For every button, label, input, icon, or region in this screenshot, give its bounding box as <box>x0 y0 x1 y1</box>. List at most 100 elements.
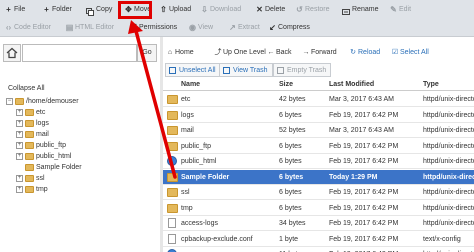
restore-button[interactable]: ↺ Restore <box>293 1 329 19</box>
download-button[interactable]: ⇩ Download <box>198 1 241 19</box>
forward-button-label: Forward <box>311 49 337 56</box>
path-input[interactable] <box>22 44 137 62</box>
up-one-level-button[interactable]: ⤴ Up One Level <box>213 44 266 62</box>
tree-node-label: ssl <box>36 175 45 182</box>
tree-node-public-html[interactable]: + public_html <box>16 152 71 162</box>
permissions-button[interactable]: ⚿ Permissions <box>127 19 177 37</box>
expand-toggle-icon[interactable]: + <box>16 108 23 116</box>
empty-trash-label: Empty Trash <box>287 67 327 74</box>
cell-name: mail <box>181 127 194 134</box>
table-row[interactable]: Sample Folder 6 bytes Today 1:29 PM httpd/u… <box>163 169 474 185</box>
expand-toggle-icon[interactable]: + <box>16 130 23 138</box>
table-row[interactable]: public_ftp 6 bytes Feb 19, 2017 6:42 PM htt… <box>163 139 474 154</box>
table-row[interactable]: access-logs 34 bytes Feb 19, 2017 6:42 PM h… <box>163 216 474 231</box>
cell-name: Sample Folder <box>181 173 230 181</box>
folder-icon <box>167 110 178 120</box>
cell-name: public_ftp <box>181 142 211 150</box>
compress-button-label: Compress <box>278 24 310 31</box>
code-editor-button[interactable]: ‹› Code Editor <box>2 19 51 37</box>
tree-node-public-ftp[interactable]: + public_ftp <box>16 141 66 151</box>
folder-icon <box>25 152 34 160</box>
table-row[interactable]: www11 bytesFeb 19, 2017 6:42 PMhttpd/uni… <box>163 247 474 252</box>
reload-button[interactable]: ↻ Reload <box>348 44 380 62</box>
folder-button-label: Folder <box>52 6 72 13</box>
tree-node-label: tmp <box>36 186 48 193</box>
file-button[interactable]: + File <box>2 1 25 19</box>
folder-icon <box>25 141 34 149</box>
expand-toggle-icon[interactable]: + <box>16 174 23 182</box>
back-button-label: Back <box>276 49 292 56</box>
cell-modified: Today 1:29 PM <box>329 173 378 181</box>
tree-node-sample-folder[interactable]: Sample Folder <box>25 163 82 173</box>
compress-button[interactable]: ↙ Compress <box>266 19 310 37</box>
tree-node-label: public_ftp <box>36 142 66 149</box>
cell-size: 6 bytes <box>279 158 302 165</box>
table-row[interactable]: mail 52 bytes Mar 3, 2017 6:43 AM httpd/uni… <box>163 123 474 138</box>
upload-icon: ⇧ <box>160 5 167 14</box>
empty-trash-button[interactable]: Empty Trash <box>273 63 332 77</box>
checkbox-icon: ☑ <box>391 49 399 56</box>
back-button[interactable]: ← Back <box>266 44 292 62</box>
extract-button[interactable]: ↗ Extract <box>226 19 260 37</box>
html-editor-button[interactable]: ▤ HTML Editor <box>63 19 114 37</box>
upload-button[interactable]: ⇧ Upload <box>157 1 191 19</box>
cell-name: access-logs <box>181 220 218 227</box>
folder-icon <box>25 174 34 182</box>
table-row[interactable]: tmp 6 bytes Feb 19, 2017 6:42 PM httpd/unix… <box>163 201 474 216</box>
view-button[interactable]: ◉ View <box>186 19 213 37</box>
rename-button[interactable]: Rename <box>340 1 378 19</box>
table-row[interactable]: ssl 6 bytes Feb 19, 2017 6:42 PM httpd/unix… <box>163 185 474 200</box>
expand-toggle-icon[interactable]: + <box>16 185 23 193</box>
cell-modified: Feb 19, 2017 6:42 PM <box>329 189 399 196</box>
cell-type: text/x-config <box>423 235 461 243</box>
table-row[interactable]: etc 42 bytes Mar 3, 2017 6:43 AM httpd/unix… <box>163 92 474 107</box>
column-header-size[interactable]: Size <box>279 78 293 91</box>
copy-button[interactable]: Copy <box>84 1 112 19</box>
home-path-button[interactable] <box>3 44 21 62</box>
cell-type: httpd/unix-directory <box>423 96 474 103</box>
collapse-toggle-icon[interactable]: − <box>6 97 13 105</box>
folder-icon <box>167 188 178 197</box>
collapse-all-link[interactable]: Collapse All <box>8 85 45 92</box>
tree-node-etc[interactable]: + etc <box>16 108 45 118</box>
code-icon: ‹› <box>5 23 12 32</box>
column-header-name[interactable]: Name <box>181 78 200 91</box>
expand-toggle-icon[interactable]: + <box>16 152 23 160</box>
cell-size: 6 bytes <box>279 204 302 212</box>
eye-icon: ◉ <box>189 23 196 32</box>
edit-button[interactable]: ✎ Edit <box>387 1 411 19</box>
home-button[interactable]: ⌂ Home <box>165 44 194 62</box>
go-button[interactable]: Go <box>137 44 157 62</box>
tree-node-ssl[interactable]: + ssl <box>16 174 45 184</box>
table-row[interactable]: logs 6 bytes Feb 19, 2017 6:42 PM httpd/uni… <box>163 108 474 123</box>
plus-icon: + <box>6 5 11 14</box>
view-trash-button[interactable]: View Trash <box>219 63 273 77</box>
cell-modified: Mar 3, 2017 6:43 AM <box>329 96 394 103</box>
reload-icon: ↻ <box>350 49 356 56</box>
folder-icon <box>25 130 34 138</box>
select-all-label: Select All <box>400 49 429 56</box>
unselect-all-button[interactable]: Unselect All <box>165 63 221 77</box>
cell-name: logs <box>181 111 194 119</box>
tree-node-home[interactable]: − /home/demouser <box>6 97 79 107</box>
forward-button[interactable]: → Forward <box>301 44 337 62</box>
expand-toggle-icon[interactable]: + <box>16 141 23 149</box>
delete-button[interactable]: ✕ Delete <box>253 1 285 19</box>
expand-toggle-icon[interactable]: + <box>16 119 23 127</box>
select-all-button[interactable]: ☑ Select All <box>390 44 429 62</box>
cell-type: httpd/unix-directory <box>423 247 474 252</box>
table-row[interactable]: cpbackup-exclude.conf 1 byte Feb 19, 2017 … <box>163 232 474 247</box>
tree-node-logs[interactable]: + logs <box>16 119 49 129</box>
tree-node-mail[interactable]: + mail <box>16 130 49 140</box>
edit-button-label: Edit <box>399 6 412 13</box>
html-icon: ▤ <box>65 23 74 32</box>
table-row[interactable]: public_html 6 bytes Feb 19, 2017 6:42 PM ht… <box>163 154 474 169</box>
tree-node-tmp[interactable]: + tmp <box>16 185 48 195</box>
column-header-type[interactable]: Type <box>423 78 439 91</box>
home-icon: ⌂ <box>167 49 173 56</box>
compress-icon: ↙ <box>269 23 276 32</box>
folder-button[interactable]: + Folder <box>40 1 72 19</box>
column-header-modified[interactable]: Last Modified <box>329 78 374 91</box>
cell-modified: Feb 19, 2017 6:42 PM <box>329 220 399 227</box>
cell-modified: Feb 19, 2017 6:42 PM <box>329 247 421 252</box>
